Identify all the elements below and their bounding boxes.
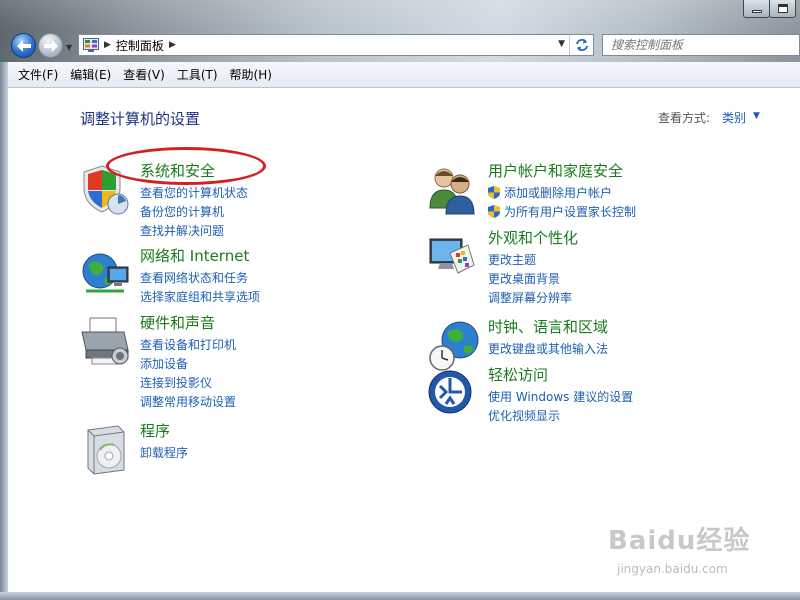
- link-network-status[interactable]: 查看网络状态和任务: [140, 269, 260, 288]
- category-links: 卸载程序: [140, 444, 188, 463]
- back-button[interactable]: [11, 33, 36, 58]
- category-links: 更改键盘或其他输入法: [488, 340, 608, 359]
- category-links: 查看您的计算机状态 备份您的计算机 查找并解决问题: [140, 184, 248, 241]
- link-label: 为所有用户设置家长控制: [504, 205, 637, 219]
- view-by-selector[interactable]: 类别: [722, 109, 746, 126]
- link-backup-computer[interactable]: 备份您的计算机: [140, 203, 248, 222]
- link-desktop-background[interactable]: 更改桌面背景: [488, 270, 572, 289]
- window-controls: [743, 0, 796, 18]
- link-connect-projector[interactable]: 连接到投影仪: [140, 374, 236, 393]
- breadcrumb-separator-icon[interactable]: ▶: [104, 40, 111, 50]
- refresh-button[interactable]: [569, 35, 593, 55]
- menu-help[interactable]: 帮助(H): [224, 66, 278, 83]
- address-dropdown-icon[interactable]: ▼: [558, 39, 565, 49]
- link-optimize-display[interactable]: 优化视频显示: [488, 407, 633, 426]
- category-links: 查看设备和打印机 添加设备 连接到投影仪 调整常用移动设置: [140, 336, 236, 412]
- menu-view[interactable]: 查看(V): [117, 66, 171, 83]
- watermark-url: jingyan.baidu.com: [617, 562, 728, 576]
- control-panel-icon: [83, 38, 99, 52]
- minimize-button[interactable]: [743, 0, 770, 18]
- link-devices-printers[interactable]: 查看设备和打印机: [140, 336, 236, 355]
- programs-icon[interactable]: [80, 424, 132, 476]
- window-frame-bottom: [0, 592, 800, 600]
- shield-icon[interactable]: [80, 164, 132, 216]
- uac-shield-icon: [488, 205, 500, 218]
- search-input[interactable]: [611, 38, 791, 52]
- link-recommended-settings[interactable]: 使用 Windows 建议的设置: [488, 388, 633, 407]
- category-links: 更改主题 更改桌面背景 调整屏幕分辨率: [488, 251, 572, 308]
- network-globe-icon[interactable]: [80, 249, 132, 301]
- window-frame-left: [0, 62, 8, 600]
- page-title: 调整计算机的设置: [80, 110, 201, 128]
- link-parental-controls[interactable]: 为所有用户设置家长控制: [488, 203, 636, 222]
- category-title[interactable]: 外观和个性化: [488, 227, 578, 248]
- control-panel-content: 调整计算机的设置 查看方式: 类别 ▼ 系统和安全 查看您的计算机状态 备份您的…: [8, 88, 800, 592]
- category-title[interactable]: 用户帐户和家庭安全: [488, 160, 623, 181]
- link-add-remove-accounts[interactable]: 添加或删除用户帐户: [488, 184, 636, 203]
- link-troubleshoot[interactable]: 查找并解决问题: [140, 222, 248, 241]
- menu-bar: 文件(F) 编辑(E) 查看(V) 工具(T) 帮助(H): [8, 62, 800, 88]
- link-screen-resolution[interactable]: 调整屏幕分辨率: [488, 289, 572, 308]
- category-title[interactable]: 程序: [140, 420, 170, 441]
- link-mobility-settings[interactable]: 调整常用移动设置: [140, 393, 236, 412]
- category-links: 查看网络状态和任务 选择家庭组和共享选项: [140, 269, 260, 307]
- category-links: 添加或删除用户帐户 为所有用户设置家长控制: [488, 184, 636, 222]
- recent-pages-dropdown[interactable]: ▼: [66, 43, 72, 52]
- category-title[interactable]: 时钟、语言和区域: [488, 316, 608, 337]
- link-add-device[interactable]: 添加设备: [140, 355, 236, 374]
- link-label: 添加或删除用户帐户: [504, 186, 613, 200]
- maximize-icon: [777, 3, 788, 13]
- search-box[interactable]: [602, 34, 800, 56]
- category-title[interactable]: 系统和安全: [140, 160, 215, 181]
- menu-edit[interactable]: 编辑(E): [64, 66, 117, 83]
- breadcrumb-separator-icon[interactable]: ▶: [169, 40, 176, 50]
- uac-shield-icon: [488, 186, 500, 199]
- category-title[interactable]: 网络和 Internet: [140, 245, 249, 266]
- link-view-computer-status[interactable]: 查看您的计算机状态: [140, 184, 248, 203]
- maximize-button[interactable]: [769, 0, 796, 18]
- menu-file[interactable]: 文件(F): [12, 66, 64, 83]
- link-uninstall-program[interactable]: 卸载程序: [140, 444, 188, 463]
- printer-icon[interactable]: [80, 316, 132, 368]
- clock-globe-icon[interactable]: [428, 320, 480, 372]
- link-homegroup-sharing[interactable]: 选择家庭组和共享选项: [140, 288, 260, 307]
- category-title[interactable]: 硬件和声音: [140, 312, 215, 333]
- category-links: 使用 Windows 建议的设置 优化视频显示: [488, 388, 633, 426]
- view-by-label: 查看方式:: [658, 111, 711, 125]
- users-icon[interactable]: [428, 164, 480, 216]
- forward-button[interactable]: [38, 33, 63, 58]
- chevron-down-icon[interactable]: ▼: [753, 111, 760, 121]
- address-bar[interactable]: ▶ 控制面板 ▶ ▼: [78, 34, 594, 56]
- arrow-right-icon: [43, 39, 58, 52]
- breadcrumb-control-panel[interactable]: 控制面板: [116, 37, 164, 54]
- display-palette-icon[interactable]: [428, 231, 480, 283]
- refresh-icon: [575, 39, 588, 51]
- ease-of-access-icon[interactable]: [428, 368, 480, 420]
- arrow-left-icon: [16, 39, 31, 52]
- menu-tools[interactable]: 工具(T): [171, 66, 224, 83]
- link-change-theme[interactable]: 更改主题: [488, 251, 572, 270]
- link-change-keyboard[interactable]: 更改键盘或其他输入法: [488, 340, 608, 359]
- minimize-icon: [751, 9, 762, 13]
- category-title[interactable]: 轻松访问: [488, 364, 548, 385]
